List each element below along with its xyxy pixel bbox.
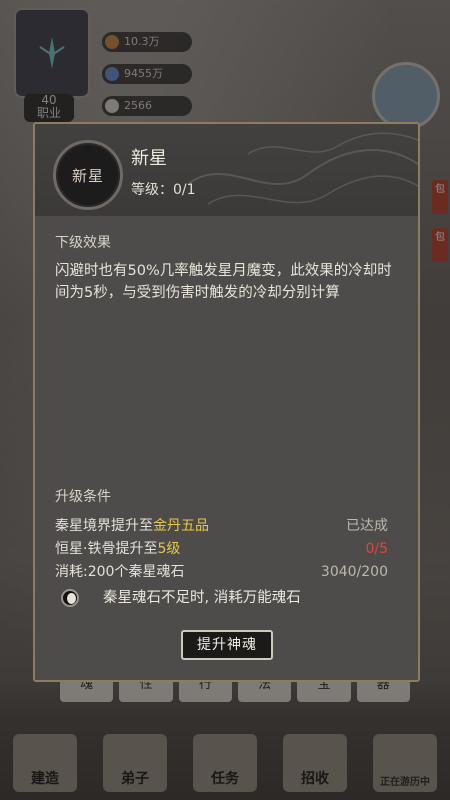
skill-icon: 新星 xyxy=(53,140,123,210)
option-label: 秦星魂石不足时, 消耗万能魂石 xyxy=(103,590,301,606)
condition-text: 消耗:200个秦星魂石 xyxy=(55,564,185,580)
option-toggle[interactable] xyxy=(61,589,79,607)
conditions-title: 升级条件 xyxy=(55,489,111,505)
skill-detail-panel: 新星 新星 等级：0/1 下级效果 闪避时也有50%几率触发星月魔变，此效果的冷… xyxy=(33,122,420,682)
condition-text: 恒星·铁骨提升至 xyxy=(55,541,158,557)
skill-icon-text: 新星 xyxy=(71,166,104,185)
wave-decoration-icon xyxy=(188,132,418,205)
skill-level: 等级：0/1 xyxy=(131,179,196,199)
skill-header: 新星 新星 等级：0/1 xyxy=(35,124,418,216)
skill-level-value: 0/1 xyxy=(173,182,196,198)
condition-status: 0/5 xyxy=(365,541,388,557)
upgrade-soul-button[interactable]: 提升神魂 xyxy=(181,630,273,660)
condition-row: 秦星境界提升至金丹五品 已达成 xyxy=(55,516,388,536)
next-effect-description: 闪避时也有50%几率触发星月魔变，此效果的冷却时间为5秒，与受到伤害时触发的冷却… xyxy=(55,263,392,301)
condition-status: 已达成 xyxy=(346,518,388,534)
condition-highlight: 金丹五品 xyxy=(153,518,209,534)
condition-status: 3040/200 xyxy=(320,564,388,580)
skill-name: 新星 xyxy=(131,148,167,169)
condition-text: 秦星境界提升至 xyxy=(55,518,153,534)
skill-level-label: 等级： xyxy=(131,182,173,198)
condition-highlight: 5级 xyxy=(157,541,181,557)
condition-row: 恒星·铁骨提升至5级 0/5 xyxy=(55,539,388,559)
condition-row: 消耗:200个秦星魂石 3040/200 xyxy=(55,562,388,582)
next-effect-title: 下级效果 xyxy=(55,235,111,251)
